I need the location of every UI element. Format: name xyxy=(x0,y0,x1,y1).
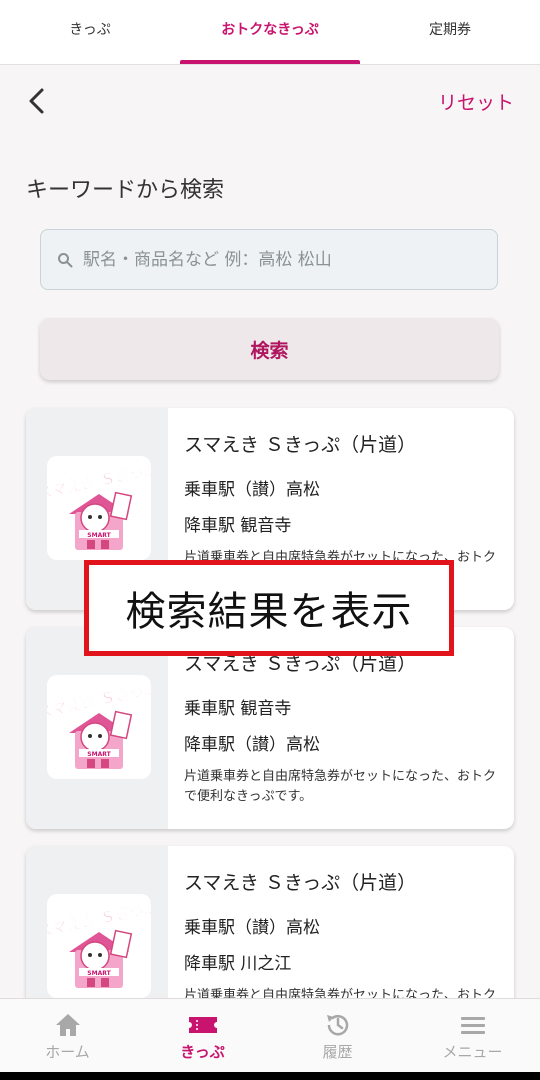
reset-button[interactable]: リセット xyxy=(438,88,514,115)
nav-kippu[interactable]: きっぷ xyxy=(135,999,270,1073)
search-icon xyxy=(58,252,73,267)
boarding-station: 乗車駅（讃）高松 xyxy=(184,918,320,938)
boarding-station: 乗車駅 観音寺 xyxy=(184,699,292,719)
bottom-navigation: ホーム きっぷ 履歴 メニュー xyxy=(0,998,540,1073)
svg-text:SMART: SMART xyxy=(87,970,111,977)
system-navigation-bar xyxy=(0,1072,540,1080)
tab-kippu[interactable]: きっぷ xyxy=(0,0,180,64)
annotation-overlay: 検索結果を表示 xyxy=(84,560,454,656)
alighting-station: 降車駅（讃）高松 xyxy=(184,735,320,755)
history-icon xyxy=(324,1011,352,1039)
smart-kippu-logo: スマえき Ｓきっぷ SMART xyxy=(47,456,151,560)
smart-kippu-logo: スマえき Ｓきっぷ SMART xyxy=(47,894,151,998)
smart-kippu-logo: スマえき Ｓきっぷ SMART xyxy=(47,675,151,779)
svg-text:SMART: SMART xyxy=(87,751,111,758)
nav-kippu-label: きっぷ xyxy=(180,1042,225,1061)
chevron-left-icon xyxy=(29,88,44,114)
ticket-type-tabs: きっぷ おトクなきっぷ 定期券 xyxy=(0,0,540,65)
ticket-title: スマえき Ｓきっぷ（片道） xyxy=(184,434,417,456)
ticket-icon xyxy=(187,1011,219,1039)
page-header: リセット xyxy=(0,70,540,134)
nav-home[interactable]: ホーム xyxy=(0,999,135,1073)
nav-menu-label: メニュー xyxy=(442,1042,503,1061)
nav-menu[interactable]: メニュー xyxy=(405,999,540,1073)
card-image-area: スマえき Ｓきっぷ SMART xyxy=(26,627,168,829)
home-icon xyxy=(54,1011,82,1039)
svg-text:SMART: SMART xyxy=(87,532,111,539)
search-button[interactable]: 検索 xyxy=(40,318,499,380)
alighting-station: 降車駅 観音寺 xyxy=(184,516,292,536)
menu-icon xyxy=(460,1011,486,1039)
search-input[interactable] xyxy=(81,248,497,271)
section-title: キーワードから検索 xyxy=(26,178,225,203)
result-card[interactable]: スマえき Ｓきっぷ SMART スマえき Ｓきっぷ（片道） 乗車駅 観音寺 降車… xyxy=(26,627,514,829)
boarding-station: 乗車駅（讃）高松 xyxy=(184,480,320,500)
nav-home-label: ホーム xyxy=(45,1042,90,1061)
search-box xyxy=(40,229,498,290)
tab-otoku-kippu[interactable]: おトクなきっぷ xyxy=(180,0,360,64)
back-button[interactable] xyxy=(22,86,52,116)
tab-teikiken[interactable]: 定期券 xyxy=(360,0,540,64)
nav-history-label: 履歴 xyxy=(322,1042,353,1061)
ticket-title: スマえき Ｓきっぷ（片道） xyxy=(184,872,417,894)
nav-history[interactable]: 履歴 xyxy=(270,999,405,1073)
alighting-station: 降車駅 川之江 xyxy=(184,954,292,974)
ticket-description: 片道乗車券と自由席特急券がセットになった、おトクで便利なきっぷです。 xyxy=(184,769,497,804)
